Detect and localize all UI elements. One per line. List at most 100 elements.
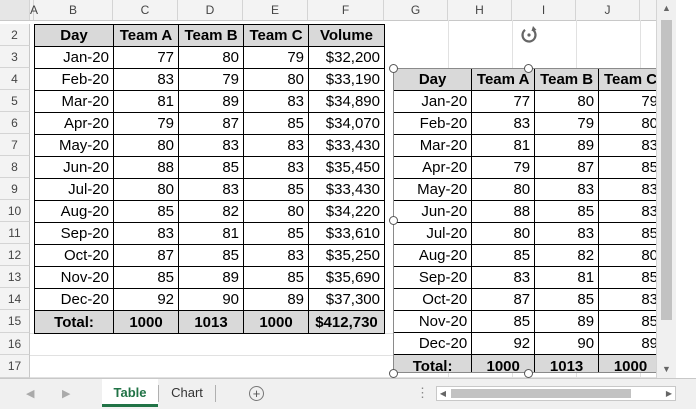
cell[interactable]: 89 [178,90,244,113]
linked-picture[interactable]: Day Team A Team B Team C Jan-20 77 80 79 Fe… [393,68,663,373]
cell[interactable]: 77 [113,46,179,69]
resize-handle-top-left[interactable] [389,64,398,73]
cell[interactable]: Aug-20 [34,200,114,223]
cell[interactable]: $35,450 [308,156,385,179]
resize-handle-bottom[interactable] [524,369,533,378]
horizontal-scroll-thumb[interactable] [451,389,631,398]
cell[interactable]: 83 [243,244,309,267]
cell[interactable]: Jan-20 [34,46,114,69]
total-cell[interactable]: 1000 [243,310,309,334]
column-header-e[interactable]: E [243,0,308,20]
cell[interactable]: 85 [178,244,244,267]
cell[interactable]: 83 [178,178,244,201]
cell[interactable]: 79 [243,46,309,69]
cell[interactable]: $35,250 [308,244,385,267]
row-header-3[interactable]: 3 [0,46,30,68]
row-header-16[interactable]: 16 [0,333,30,355]
cell[interactable]: 92 [113,288,179,311]
cell[interactable]: Dec-20 [34,288,114,311]
hscroll-left-arrow-icon[interactable]: ◀ [437,387,449,400]
resize-handle-left[interactable] [389,216,398,225]
cell[interactable]: 83 [243,90,309,113]
column-header-d[interactable]: D [178,0,243,20]
cell[interactable]: 80 [178,46,244,69]
column-header-h[interactable]: H [448,0,512,20]
cell[interactable]: Jun-20 [34,156,114,179]
cell[interactable]: 87 [113,244,179,267]
cell[interactable]: 83 [178,134,244,157]
resize-handle-bottom-left[interactable] [389,369,398,378]
cell[interactable]: Jul-20 [34,178,114,201]
row-header-12[interactable]: 12 [0,244,30,266]
cell[interactable]: Nov-20 [34,266,114,289]
cell[interactable]: 85 [243,112,309,135]
total-cell[interactable]: $412,730 [308,310,385,334]
row-header-15[interactable]: 15 [0,310,30,333]
total-cell[interactable]: 1000 [113,310,179,334]
vertical-scroll-thumb[interactable] [661,20,672,320]
vertical-scrollbar[interactable]: ▲ ▼ [656,0,676,378]
cell[interactable]: $32,200 [308,46,385,69]
cell[interactable]: 85 [243,178,309,201]
row-header-17[interactable]: 17 [0,355,30,378]
resize-handle-top[interactable] [524,64,533,73]
cell[interactable]: 90 [178,288,244,311]
scroll-right-arrow-icon[interactable]: ▶ [62,387,70,400]
cell[interactable]: Sep-20 [34,222,114,245]
cell[interactable]: 87 [178,112,244,135]
cell[interactable]: $33,430 [308,178,385,201]
cell[interactable]: $35,690 [308,266,385,289]
cell[interactable]: 81 [178,222,244,245]
hscroll-right-arrow-icon[interactable]: ▶ [663,387,675,400]
header-cell[interactable]: Team B [178,24,244,47]
tab-split-handle-icon[interactable]: ⋮ [416,385,429,401]
cell[interactable]: $37,300 [308,288,385,311]
cell[interactable]: 83 [113,222,179,245]
cell[interactable]: 81 [113,90,179,113]
row-header-11[interactable]: 11 [0,222,30,244]
column-header-b[interactable]: B [34,0,113,20]
cell[interactable]: $34,890 [308,90,385,113]
add-sheet-button[interactable]: + [249,386,264,401]
cell[interactable]: 85 [113,266,179,289]
cell[interactable]: 80 [243,200,309,223]
total-cell[interactable]: 1013 [178,310,244,334]
cell[interactable]: $33,610 [308,222,385,245]
cell[interactable]: 80 [113,134,179,157]
select-all-corner[interactable] [0,0,30,20]
row-header-8[interactable]: 8 [0,156,30,178]
cell[interactable]: Feb-20 [34,68,114,91]
cell[interactable]: 79 [113,112,179,135]
row-header-5[interactable]: 5 [0,90,30,112]
cell[interactable]: $34,220 [308,200,385,223]
row-header-7[interactable]: 7 [0,134,30,156]
tab-chart[interactable]: Chart [160,379,214,407]
worksheet[interactable]: A B C D E F G H I J K 2 3 4 5 6 7 8 9 10… [0,0,676,378]
header-cell[interactable]: Team C [243,24,309,47]
cell[interactable]: Apr-20 [34,112,114,135]
row-header-4[interactable]: 4 [0,68,30,90]
cell[interactable]: $34,070 [308,112,385,135]
cell[interactable]: 83 [243,134,309,157]
header-cell[interactable]: Day [34,24,114,47]
cell[interactable]: May-20 [34,134,114,157]
row-header-10[interactable]: 10 [0,200,30,222]
cell[interactable]: $33,190 [308,68,385,91]
cell[interactable]: 83 [243,156,309,179]
cell[interactable]: Oct-20 [34,244,114,267]
cell[interactable]: 82 [178,200,244,223]
column-header-i[interactable]: I [512,0,576,20]
row-header-14[interactable]: 14 [0,288,30,310]
row-header-2[interactable]: 2 [0,24,30,46]
column-header-g[interactable]: G [384,0,448,20]
total-label-cell[interactable]: Total: [34,310,114,334]
cell[interactable]: 88 [113,156,179,179]
rotate-handle-icon[interactable] [518,24,540,46]
row-header-9[interactable]: 9 [0,178,30,200]
source-data-table[interactable]: Day Team A Team B Team C Volume Jan-20 77… [34,24,385,334]
row-header-13[interactable]: 13 [0,266,30,288]
cell[interactable]: 85 [243,222,309,245]
header-cell[interactable]: Team A [113,24,179,47]
scroll-left-arrow-icon[interactable]: ◀ [26,387,34,400]
cell[interactable]: 80 [243,68,309,91]
